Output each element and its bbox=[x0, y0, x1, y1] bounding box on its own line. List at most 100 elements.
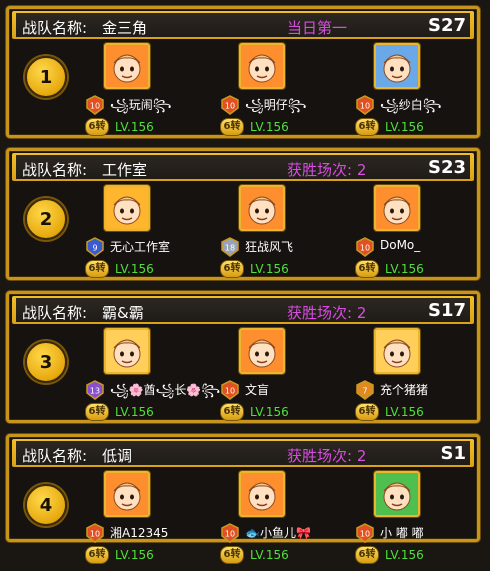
team-status: 当日第一 bbox=[287, 19, 348, 37]
emblem-number: 10 bbox=[90, 530, 100, 539]
emblem-number: 9 bbox=[92, 244, 97, 253]
player-avatar[interactable] bbox=[239, 328, 285, 374]
rank-emblem-icon: 10 bbox=[86, 95, 104, 115]
member-level: LV.156 bbox=[385, 548, 424, 562]
member-name: DoMo_ bbox=[380, 238, 421, 252]
character-portrait-icon bbox=[376, 330, 418, 372]
rebirth-badge: 6转 bbox=[355, 260, 379, 278]
team-member[interactable]: 10 ꧁纱白꧂ 6转 LV.156 bbox=[355, 43, 490, 143]
team-member[interactable]: 9 无心工作室 6转 LV.156 bbox=[85, 185, 220, 285]
character-portrait-icon bbox=[241, 45, 283, 87]
rebirth-badge: 6转 bbox=[220, 403, 244, 421]
character-portrait-icon bbox=[106, 473, 148, 515]
rebirth-badge: 6转 bbox=[355, 403, 379, 421]
member-level: LV.156 bbox=[115, 548, 154, 562]
team-name-label: 战队名称: bbox=[22, 304, 88, 322]
character-portrait-icon bbox=[241, 473, 283, 515]
rank-badge: 2 bbox=[25, 198, 67, 240]
team-name: 工作室 bbox=[102, 161, 148, 179]
character-portrait-icon bbox=[106, 330, 148, 372]
member-level: LV.156 bbox=[250, 120, 289, 134]
team-member[interactable]: 18 狂战风飞 6转 LV.156 bbox=[220, 185, 355, 285]
rebirth-badge: 6转 bbox=[355, 546, 379, 564]
team-name-label: 战队名称: bbox=[22, 161, 88, 179]
team-member[interactable]: 10 文盲 6转 LV.156 bbox=[220, 328, 355, 428]
rank-emblem-icon: 9 bbox=[86, 237, 104, 257]
rank-emblem-icon: 10 bbox=[221, 95, 239, 115]
rank-badge: 1 bbox=[25, 56, 67, 98]
member-level: LV.156 bbox=[250, 262, 289, 276]
emblem-number: 10 bbox=[360, 530, 370, 539]
member-level: LV.156 bbox=[385, 120, 424, 134]
member-level: LV.156 bbox=[115, 120, 154, 134]
member-level: LV.156 bbox=[250, 548, 289, 562]
team-member[interactable]: 7 充个猪猪 6转 LV.156 bbox=[355, 328, 490, 428]
member-name: ꧁🌸酋꧁长🌸꧂ bbox=[110, 383, 221, 397]
team-card-4[interactable]: 战队名称: 低调 获胜场次: 2 S1 4 10 湘A12345 6转 LV.1… bbox=[6, 434, 480, 564]
player-avatar[interactable] bbox=[374, 185, 420, 231]
rebirth-badge: 6转 bbox=[220, 118, 244, 136]
team-member[interactable]: 10 🐟小鱼儿🎀 6转 LV.156 bbox=[220, 471, 355, 571]
player-avatar[interactable] bbox=[239, 471, 285, 517]
team-status: 获胜场次: 2 bbox=[287, 447, 367, 465]
rank-emblem-icon: 18 bbox=[221, 237, 239, 257]
rebirth-badge: 6转 bbox=[85, 403, 109, 421]
team-member[interactable]: 10 ꧁明仔꧂ 6转 LV.156 bbox=[220, 43, 355, 143]
team-member[interactable]: 10 DoMo_ 6转 LV.156 bbox=[355, 185, 490, 285]
player-avatar[interactable] bbox=[104, 328, 150, 374]
team-header: 战队名称: 工作室 获胜场次: 2 S23 bbox=[12, 153, 474, 181]
player-avatar[interactable] bbox=[104, 43, 150, 89]
player-avatar[interactable] bbox=[374, 43, 420, 89]
rebirth-badge: 6转 bbox=[85, 118, 109, 136]
rebirth-badge: 6转 bbox=[85, 260, 109, 278]
team-card-3[interactable]: 战队名称: 霸&霸 获胜场次: 2 S17 3 13 ꧁🌸酋꧁长🌸꧂ 6转 LV… bbox=[6, 291, 480, 423]
rank-emblem-icon: 7 bbox=[356, 380, 374, 400]
emblem-number: 7 bbox=[362, 387, 367, 396]
player-avatar[interactable] bbox=[374, 328, 420, 374]
team-member[interactable]: 10 湘A12345 6转 LV.156 bbox=[85, 471, 220, 571]
emblem-number: 10 bbox=[360, 102, 370, 111]
player-avatar[interactable] bbox=[239, 43, 285, 89]
member-name: 狂战风飞 bbox=[245, 240, 294, 254]
member-name: ꧁明仔꧂ bbox=[245, 98, 307, 112]
team-member[interactable]: 10 ꧁玩闹꧂ 6转 LV.156 bbox=[85, 43, 220, 143]
team-status: 获胜场次: 2 bbox=[287, 161, 367, 179]
player-avatar[interactable] bbox=[374, 471, 420, 517]
player-avatar[interactable] bbox=[239, 185, 285, 231]
season-badge: S1 bbox=[440, 443, 467, 464]
rebirth-badge: 6转 bbox=[220, 546, 244, 564]
emblem-number: 10 bbox=[225, 102, 235, 111]
player-avatar[interactable] bbox=[104, 185, 150, 231]
member-level: LV.156 bbox=[385, 262, 424, 276]
rebirth-badge: 6转 bbox=[220, 260, 244, 278]
emblem-number: 10 bbox=[225, 530, 235, 539]
season-badge: S17 bbox=[427, 300, 466, 321]
rank-emblem-icon: 10 bbox=[356, 237, 374, 257]
member-name: 湘A12345 bbox=[110, 526, 169, 540]
rank-emblem-icon: 10 bbox=[356, 95, 374, 115]
member-name: 无心工作室 bbox=[110, 240, 171, 254]
member-level: LV.156 bbox=[250, 405, 289, 419]
team-name: 低调 bbox=[102, 447, 133, 465]
rank-emblem-icon: 13 bbox=[86, 380, 104, 400]
character-portrait-icon bbox=[376, 473, 418, 515]
team-member[interactable]: 13 ꧁🌸酋꧁长🌸꧂ 6转 LV.156 bbox=[85, 328, 220, 428]
season-badge: S27 bbox=[427, 15, 466, 36]
emblem-number: 13 bbox=[90, 387, 100, 396]
rebirth-badge: 6转 bbox=[355, 118, 379, 136]
character-portrait-icon bbox=[376, 187, 418, 229]
member-level: LV.156 bbox=[115, 405, 154, 419]
team-name-label: 战队名称: bbox=[22, 19, 88, 37]
member-name: 🐟小鱼儿🎀 bbox=[245, 526, 311, 540]
player-avatar[interactable] bbox=[104, 471, 150, 517]
season-badge: S23 bbox=[427, 157, 466, 178]
team-card-1[interactable]: 战队名称: 金三角 当日第一 S27 1 10 ꧁玩闹꧂ 6转 LV.156 1… bbox=[6, 6, 480, 138]
character-portrait-icon bbox=[106, 45, 148, 87]
member-name: 充个猪猪 bbox=[380, 383, 429, 397]
character-portrait-icon bbox=[106, 187, 148, 229]
member-level: LV.156 bbox=[115, 262, 154, 276]
team-card-2[interactable]: 战队名称: 工作室 获胜场次: 2 S23 2 9 无心工作室 6转 LV.15… bbox=[6, 148, 480, 280]
member-name: 文盲 bbox=[245, 383, 270, 397]
team-member[interactable]: 10 小 嘟 嘟 6转 LV.156 bbox=[355, 471, 490, 571]
character-portrait-icon bbox=[376, 45, 418, 87]
